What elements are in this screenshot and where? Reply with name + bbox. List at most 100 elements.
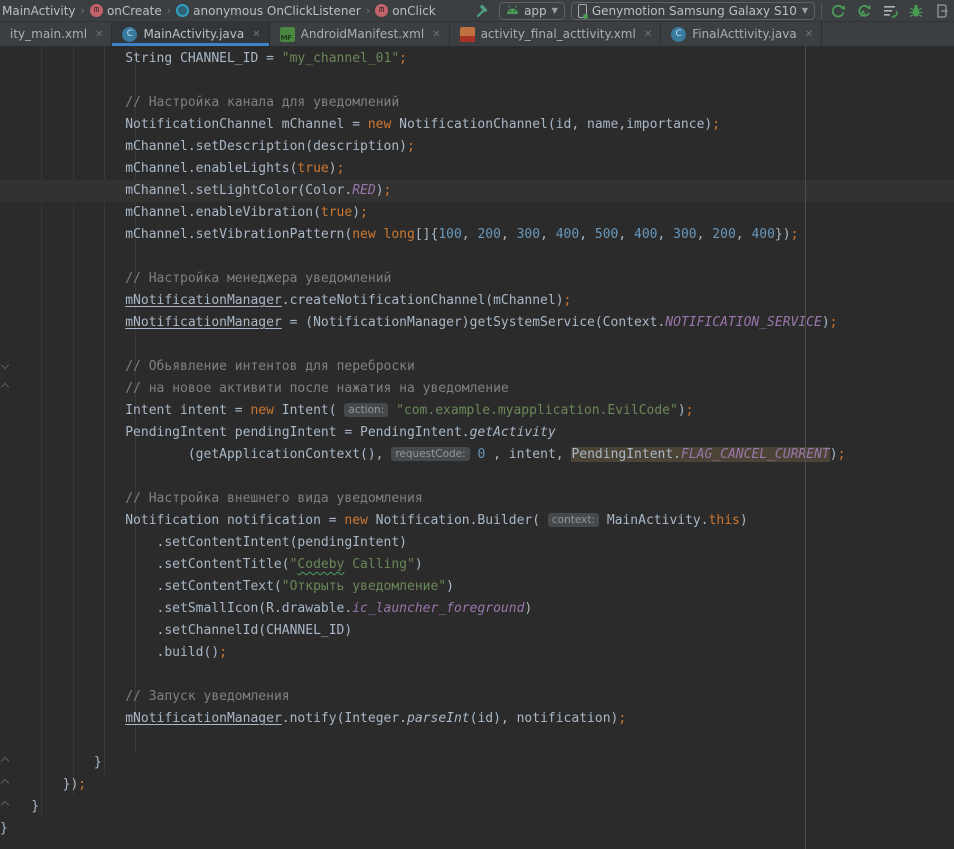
code-line[interactable]	[0, 70, 954, 92]
code-token: ;	[360, 205, 368, 220]
code-token: 400	[556, 227, 579, 242]
code-line[interactable]: mChannel.setLightColor(Color.RED);	[0, 180, 954, 202]
code-line[interactable]: .setChannelId(CHANNEL_ID)	[0, 620, 954, 642]
code-line[interactable]: // Запуск уведомления	[0, 686, 954, 708]
code-line[interactable]: (getApplicationContext(), requestCode: 0…	[0, 444, 954, 466]
device-phone-icon	[578, 4, 587, 18]
code-line[interactable]: .setContentTitle("Codeby Calling")	[0, 554, 954, 576]
code-token: new	[352, 227, 375, 242]
code-line[interactable]: // Настройка канала для уведомлений	[0, 92, 954, 114]
device-selector[interactable]: Genymotion Samsung Galaxy S10 ▼	[571, 2, 815, 20]
code-line[interactable]: mChannel.setDescription(description);	[0, 136, 954, 158]
code-line[interactable]: Notification notification = new Notifica…	[0, 510, 954, 532]
code-token: // Настройка менеджера уведомлений	[125, 271, 391, 286]
code-line[interactable]: }	[0, 752, 954, 774]
code-token	[0, 359, 125, 374]
run-tasks-icon[interactable]	[880, 2, 900, 20]
code-token: )	[524, 601, 532, 616]
code-line[interactable]: mNotificationManager.createNotificationC…	[0, 290, 954, 312]
run-config-selector[interactable]: app ▼	[499, 2, 565, 20]
code-line[interactable]	[0, 246, 954, 268]
breadcrumb-item[interactable]: anonymous OnClickListener	[176, 4, 361, 18]
code-line[interactable]: });	[0, 774, 954, 796]
code-line[interactable]: }	[0, 818, 954, 840]
code-token: ,	[736, 227, 752, 242]
code-token: // Настройка внешнего вида уведомления	[125, 491, 422, 506]
code-line[interactable]: mChannel.enableVibration(true);	[0, 202, 954, 224]
apply-changes-icon[interactable]	[828, 2, 848, 20]
run-controls: app ▼ Genymotion Samsung Galaxy S10 ▼ A	[473, 2, 954, 20]
tab-MainActivity.java[interactable]: CMainActivity.java✕	[112, 22, 269, 46]
toolbar-separator	[821, 3, 822, 19]
code-token: ,	[579, 227, 595, 242]
code-token	[388, 403, 396, 418]
breadcrumb-separator: ›	[365, 4, 371, 17]
code-line[interactable]: .build();	[0, 642, 954, 664]
code-line[interactable]: mChannel.setVibrationPattern(new long[]{…	[0, 224, 954, 246]
code-line[interactable]: PendingIntent pendingIntent = PendingInt…	[0, 422, 954, 444]
code-token: mChannel.setDescription(description)	[0, 139, 407, 154]
code-token: RED	[352, 183, 375, 198]
code-editor[interactable]: String CHANNEL_ID = "my_channel_01"; // …	[0, 46, 954, 849]
code-token: ;	[838, 447, 846, 462]
close-icon[interactable]: ✕	[95, 29, 103, 40]
code-token: mChannel.enableLights(	[0, 161, 297, 176]
parameter-hint: requestCode:	[391, 447, 469, 461]
code-line[interactable]: mNotificationManager.notify(Integer.pars…	[0, 708, 954, 730]
code-line[interactable]: mChannel.enableLights(true);	[0, 158, 954, 180]
close-icon[interactable]: ✕	[644, 29, 652, 40]
code-token: ;	[564, 293, 572, 308]
code-token: ,	[618, 227, 634, 242]
tab-AndroidManifest.xml[interactable]: AndroidManifest.xml✕	[270, 22, 450, 46]
attach-debugger-icon[interactable]	[932, 2, 952, 20]
code-line[interactable]	[0, 664, 954, 686]
code-line[interactable]: Intent intent = new Intent( action: "com…	[0, 400, 954, 422]
code-token: (id), notification)	[470, 711, 619, 726]
code-token: mNotificationManager	[125, 293, 282, 308]
code-line[interactable]: // Настройка внешнего вида уведомления	[0, 488, 954, 510]
code-token: ,	[501, 227, 517, 242]
tab-activity_final_acttivity.xml[interactable]: activity_final_acttivity.xml✕	[450, 22, 662, 46]
code-token: getActivity	[470, 425, 556, 440]
breadcrumb-label: onCreate	[107, 4, 162, 18]
code-line[interactable]: mNotificationManager = (NotificationMana…	[0, 312, 954, 334]
code-line[interactable]	[0, 466, 954, 488]
code-token	[0, 293, 125, 308]
code-token	[0, 315, 125, 330]
code-token: })	[775, 227, 791, 242]
breadcrumb: MainActivity›monCreate›anonymous OnClick…	[0, 4, 436, 18]
code-line[interactable]: .setContentText("Открыть уведомление")	[0, 576, 954, 598]
breadcrumb-item[interactable]: monClick	[375, 4, 436, 18]
code-line[interactable]	[0, 730, 954, 752]
code-line[interactable]: // на новое активити после нажатия на ув…	[0, 378, 954, 400]
apply-code-changes-icon[interactable]: A	[854, 2, 874, 20]
breadcrumb-item[interactable]: m onCreate	[90, 4, 162, 18]
breadcrumb-label: onClick	[392, 4, 436, 18]
build-hammer-icon[interactable]	[473, 2, 493, 20]
device-selector-label: Genymotion Samsung Galaxy S10	[592, 4, 797, 18]
code-token: ic_launcher_foreground	[352, 601, 524, 616]
breadcrumb-label: MainActivity	[2, 4, 76, 18]
code-token: Intent(	[274, 403, 344, 418]
method-icon: m	[90, 4, 103, 17]
code-line[interactable]	[0, 334, 954, 356]
code-line[interactable]: String CHANNEL_ID = "my_channel_01";	[0, 48, 954, 70]
tab-ity_main.xml[interactable]: ity_main.xml✕	[0, 22, 112, 46]
code-line[interactable]: // Настройка менеджера уведомлений	[0, 268, 954, 290]
code-token: 300	[517, 227, 540, 242]
code-token: ;	[830, 315, 838, 330]
close-icon[interactable]: ✕	[252, 29, 260, 40]
code-area[interactable]: String CHANNEL_ID = "my_channel_01"; // …	[0, 46, 954, 840]
code-token: ;	[791, 227, 799, 242]
code-line[interactable]: }	[0, 796, 954, 818]
debug-icon[interactable]	[906, 2, 926, 20]
close-icon[interactable]: ✕	[805, 29, 813, 40]
code-line[interactable]: .setContentIntent(pendingIntent)	[0, 532, 954, 554]
breadcrumb-item[interactable]: MainActivity	[2, 4, 76, 18]
code-line[interactable]: .setSmallIcon(R.drawable.ic_launcher_for…	[0, 598, 954, 620]
code-line[interactable]: // Обьявление интентов для переброски	[0, 356, 954, 378]
tab-FinalActtivity.java[interactable]: CFinalActtivity.java✕	[661, 22, 822, 46]
close-icon[interactable]: ✕	[432, 29, 440, 40]
navigation-bar: MainActivity›monCreate›anonymous OnClick…	[0, 0, 954, 22]
code-line[interactable]: NotificationChannel mChannel = new Notif…	[0, 114, 954, 136]
